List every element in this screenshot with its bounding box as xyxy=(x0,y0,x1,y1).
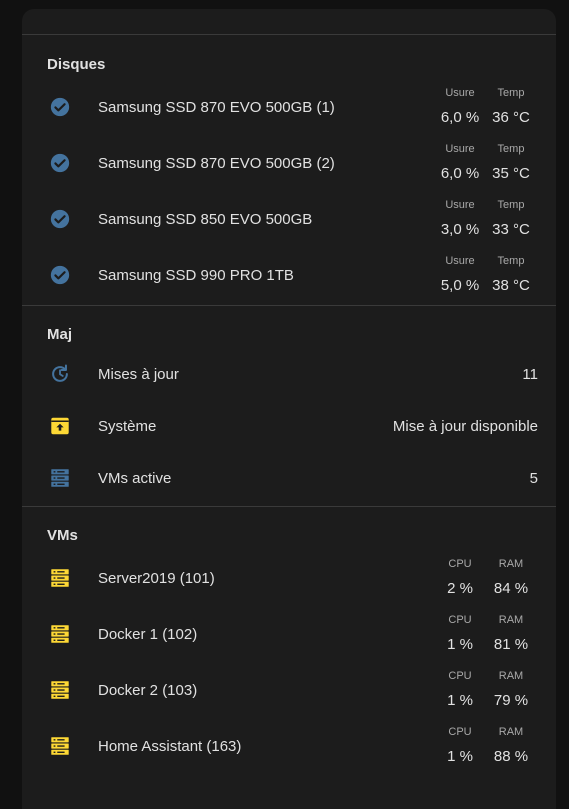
disk-temp: Temp 36 °C xyxy=(484,85,538,129)
server-icon xyxy=(49,679,71,701)
vm-row[interactable]: Server2019 (101) CPU 2 % RAM 84 % xyxy=(22,550,556,606)
maj-vms-value: 5 xyxy=(529,469,538,487)
disk-temp: Temp 35 °C xyxy=(484,141,538,185)
disk-usure: Usure 6,0 % xyxy=(436,141,484,185)
server-icon xyxy=(49,467,71,489)
check-circle-icon xyxy=(49,96,71,118)
temp-value: 35 °C xyxy=(492,165,530,182)
vm-cpu: CPU 1 % xyxy=(436,612,484,656)
vm-row[interactable]: Docker 1 (102) CPU 1 % RAM 81 % xyxy=(22,606,556,662)
ram-value: 88 % xyxy=(493,748,529,765)
maj-system-value: Mise à jour disponible xyxy=(392,417,538,435)
usure-value: 6,0 % xyxy=(440,109,480,126)
maj-updates-value: 11 xyxy=(522,365,538,383)
maj-updates-label: Mises à jour xyxy=(98,365,179,383)
section-title-maj: Maj xyxy=(47,326,73,343)
maj-row-vms-active[interactable]: VMs active 5 xyxy=(22,452,556,504)
temp-header: Temp xyxy=(497,199,525,211)
vm-attributes: CPU 1 % RAM 79 % xyxy=(436,668,538,712)
disk-row[interactable]: Samsung SSD 850 EVO 500GB Usure 3,0 % Te… xyxy=(22,191,556,247)
section-title-vms: VMs xyxy=(47,527,78,544)
temp-value: 38 °C xyxy=(492,277,530,294)
server-icon xyxy=(49,567,71,589)
usure-value: 3,0 % xyxy=(440,221,480,238)
ram-header: RAM xyxy=(498,670,524,682)
disk-usure: Usure 3,0 % xyxy=(436,197,484,241)
maj-row-system[interactable]: Système Mise à jour disponible xyxy=(22,400,556,452)
update-icon xyxy=(49,363,71,385)
usure-value: 6,0 % xyxy=(440,165,480,182)
disk-attributes: Usure 3,0 % Temp 33 °C xyxy=(436,197,538,241)
vm-name: Server2019 (101) xyxy=(98,569,215,587)
disk-row[interactable]: Samsung SSD 870 EVO 500GB (2) Usure 6,0 … xyxy=(22,135,556,191)
temp-value: 33 °C xyxy=(492,221,530,238)
cpu-header: CPU xyxy=(448,670,472,682)
check-circle-icon xyxy=(49,152,71,174)
disk-name: Samsung SSD 990 PRO 1TB xyxy=(98,266,294,284)
disk-row[interactable]: Samsung SSD 870 EVO 500GB (1) Usure 6,0 … xyxy=(22,79,556,135)
ram-value: 84 % xyxy=(493,580,529,597)
cpu-header: CPU xyxy=(448,726,472,738)
vm-ram: RAM 84 % xyxy=(484,556,538,600)
usure-header: Usure xyxy=(445,143,475,155)
usure-value: 5,0 % xyxy=(440,277,480,294)
temp-header: Temp xyxy=(497,255,525,267)
ram-value: 79 % xyxy=(493,692,529,709)
disk-attributes: Usure 5,0 % Temp 38 °C xyxy=(436,253,538,297)
ram-value: 81 % xyxy=(493,636,529,653)
cpu-value: 1 % xyxy=(447,692,473,709)
server-icon xyxy=(49,623,71,645)
cpu-value: 1 % xyxy=(447,748,473,765)
vm-cpu: CPU 2 % xyxy=(436,556,484,600)
maj-row-updates[interactable]: Mises à jour 11 xyxy=(22,348,556,400)
vm-name: Docker 1 (102) xyxy=(98,625,198,643)
vm-attributes: CPU 1 % RAM 88 % xyxy=(436,724,538,768)
disk-name: Samsung SSD 850 EVO 500GB xyxy=(98,210,313,228)
disk-temp: Temp 38 °C xyxy=(484,253,538,297)
ram-header: RAM xyxy=(498,558,524,570)
ram-header: RAM xyxy=(498,614,524,626)
vm-name: Home Assistant (163) xyxy=(98,737,242,755)
vm-ram: RAM 79 % xyxy=(484,668,538,712)
vm-attributes: CPU 1 % RAM 81 % xyxy=(436,612,538,656)
maj-vms-label: VMs active xyxy=(98,469,172,487)
vm-row[interactable]: Home Assistant (163) CPU 1 % RAM 88 % xyxy=(22,718,556,774)
package-up-icon xyxy=(49,415,71,437)
usure-header: Usure xyxy=(445,87,475,99)
cpu-header: CPU xyxy=(448,614,472,626)
dashboard-card: Disques Samsung SSD 870 EVO 500GB (1) Us… xyxy=(22,9,556,809)
disk-usure: Usure 5,0 % xyxy=(436,253,484,297)
disk-usure: Usure 6,0 % xyxy=(436,85,484,129)
temp-header: Temp xyxy=(497,87,525,99)
vm-cpu: CPU 1 % xyxy=(436,724,484,768)
disk-attributes: Usure 6,0 % Temp 36 °C xyxy=(436,85,538,129)
cpu-header: CPU xyxy=(448,558,472,570)
cpu-value: 1 % xyxy=(447,636,473,653)
disk-row[interactable]: Samsung SSD 990 PRO 1TB Usure 5,0 % Temp… xyxy=(22,247,556,303)
check-circle-icon xyxy=(49,264,71,286)
vm-ram: RAM 88 % xyxy=(484,724,538,768)
disk-name: Samsung SSD 870 EVO 500GB (1) xyxy=(98,98,335,116)
usure-header: Usure xyxy=(445,199,475,211)
vm-attributes: CPU 2 % RAM 84 % xyxy=(436,556,538,600)
usure-header: Usure xyxy=(445,255,475,267)
temp-header: Temp xyxy=(497,143,525,155)
vm-cpu: CPU 1 % xyxy=(436,668,484,712)
disk-name: Samsung SSD 870 EVO 500GB (2) xyxy=(98,154,335,172)
ram-header: RAM xyxy=(498,726,524,738)
vm-row[interactable]: Docker 2 (103) CPU 1 % RAM 79 % xyxy=(22,662,556,718)
temp-value: 36 °C xyxy=(492,109,530,126)
disk-temp: Temp 33 °C xyxy=(484,197,538,241)
disk-attributes: Usure 6,0 % Temp 35 °C xyxy=(436,141,538,185)
vm-name: Docker 2 (103) xyxy=(98,681,198,699)
vm-ram: RAM 81 % xyxy=(484,612,538,656)
maj-system-label: Système xyxy=(98,417,157,435)
cpu-value: 2 % xyxy=(447,580,473,597)
section-title-disques: Disques xyxy=(47,56,106,73)
server-icon xyxy=(49,735,71,757)
card-top-spacer xyxy=(22,9,556,34)
check-circle-icon xyxy=(49,208,71,230)
